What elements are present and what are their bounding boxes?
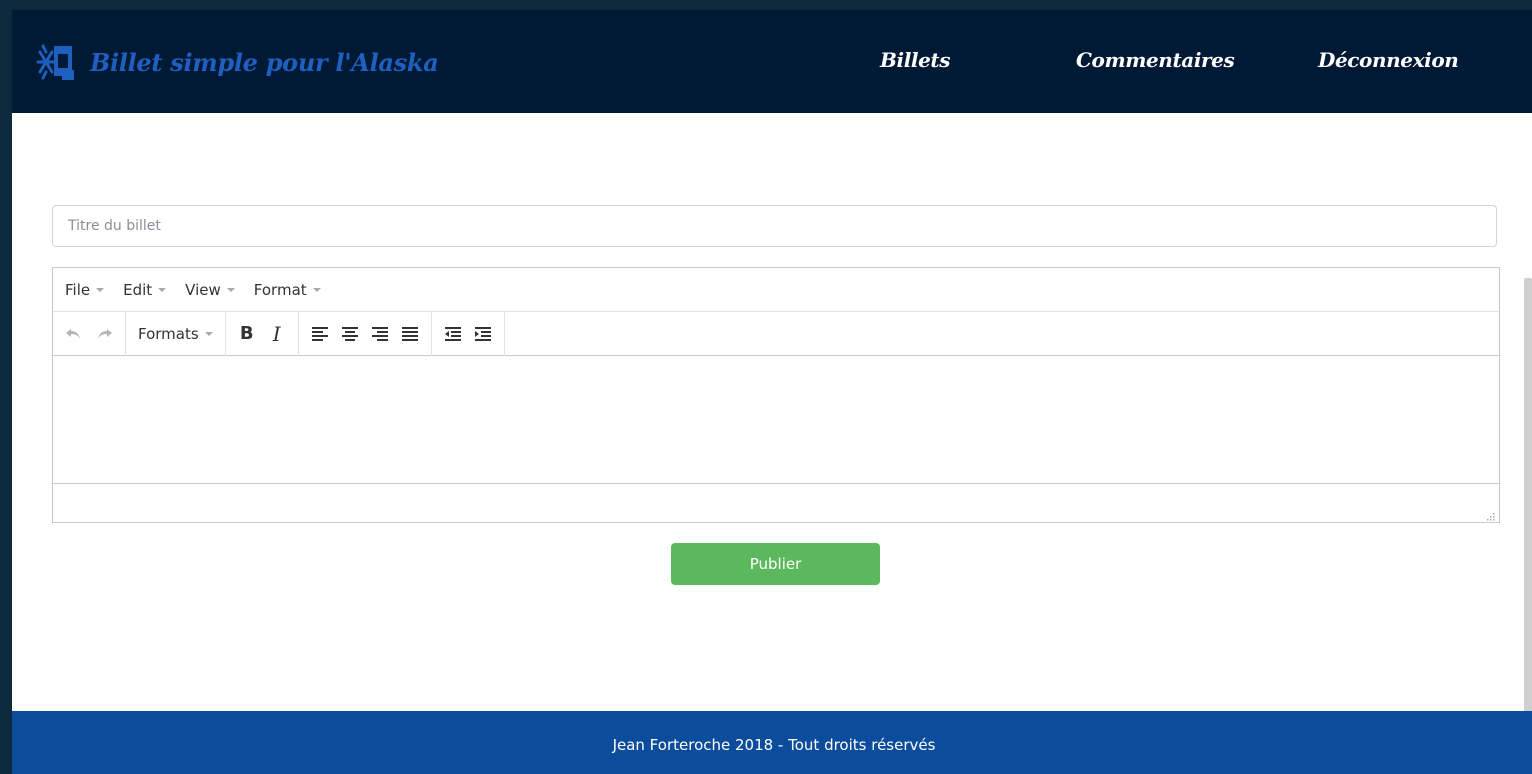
chevron-down-icon	[312, 287, 321, 292]
nav-deconnexion-link[interactable]: Déconnexion	[1318, 48, 1459, 72]
editor-statusbar	[53, 484, 1499, 522]
publish-button[interactable]: Publier	[671, 543, 880, 585]
menu-format[interactable]: Format	[254, 281, 321, 299]
menu-file-label: File	[65, 280, 91, 299]
history-group	[53, 311, 126, 356]
menu-edit[interactable]: Edit	[123, 280, 167, 299]
browser-viewport: Billet simple pour l'Alaska Billets Comm…	[12, 10, 1532, 774]
snowflake-document-icon	[34, 40, 78, 84]
chevron-down-icon	[204, 331, 213, 336]
undo-icon[interactable]	[59, 319, 89, 349]
align-left-icon[interactable]	[305, 319, 335, 349]
menu-format-label: Format	[253, 280, 307, 299]
brand[interactable]: Billet simple pour l'Alaska	[34, 40, 439, 84]
align-justify-icon[interactable]	[395, 319, 425, 349]
menu-view-label: View	[185, 280, 221, 299]
chevron-down-icon	[158, 287, 167, 292]
editor-content-area[interactable]	[53, 356, 1499, 484]
navbar: Billet simple pour l'Alaska Billets Comm…	[12, 10, 1532, 113]
menu-edit-label: Edit	[123, 280, 153, 299]
resize-handle-icon[interactable]	[1485, 508, 1495, 521]
bold-button[interactable]: B	[232, 319, 262, 349]
formats-dropdown[interactable]: Formats	[132, 325, 219, 343]
nav-billets-link[interactable]: Billets	[880, 48, 951, 72]
align-right-icon[interactable]	[365, 319, 395, 349]
footer: Jean Forteroche 2018 - Tout droits réser…	[12, 711, 1532, 774]
outdent-icon[interactable]	[438, 319, 468, 349]
page-scrollbar[interactable]	[1524, 278, 1532, 774]
menu-view[interactable]: View	[185, 281, 235, 299]
brand-title: Billet simple pour l'Alaska	[90, 47, 439, 77]
chevron-down-icon	[226, 287, 235, 292]
editor-menubar: File Edit View Format	[53, 268, 1499, 312]
text-style-group: B I	[226, 311, 299, 356]
post-title-input[interactable]	[52, 205, 1497, 247]
menu-file[interactable]: File	[65, 280, 105, 299]
formats-group: Formats	[126, 311, 226, 356]
indent-group	[432, 311, 505, 356]
italic-button[interactable]: I	[262, 319, 292, 349]
nav-commentaires-link[interactable]: Commentaires	[1076, 48, 1235, 72]
align-center-icon[interactable]	[335, 319, 365, 349]
redo-icon[interactable]	[89, 319, 119, 349]
rich-text-editor: File Edit View Format Formats B I	[52, 267, 1500, 523]
editor-toolbar: Formats B I	[53, 311, 1499, 356]
indent-icon[interactable]	[468, 319, 498, 349]
chevron-down-icon	[96, 287, 105, 292]
formats-label: Formats	[138, 324, 199, 343]
alignment-group	[299, 311, 432, 356]
footer-copyright: Jean Forteroche 2018 - Tout droits réser…	[612, 735, 936, 754]
